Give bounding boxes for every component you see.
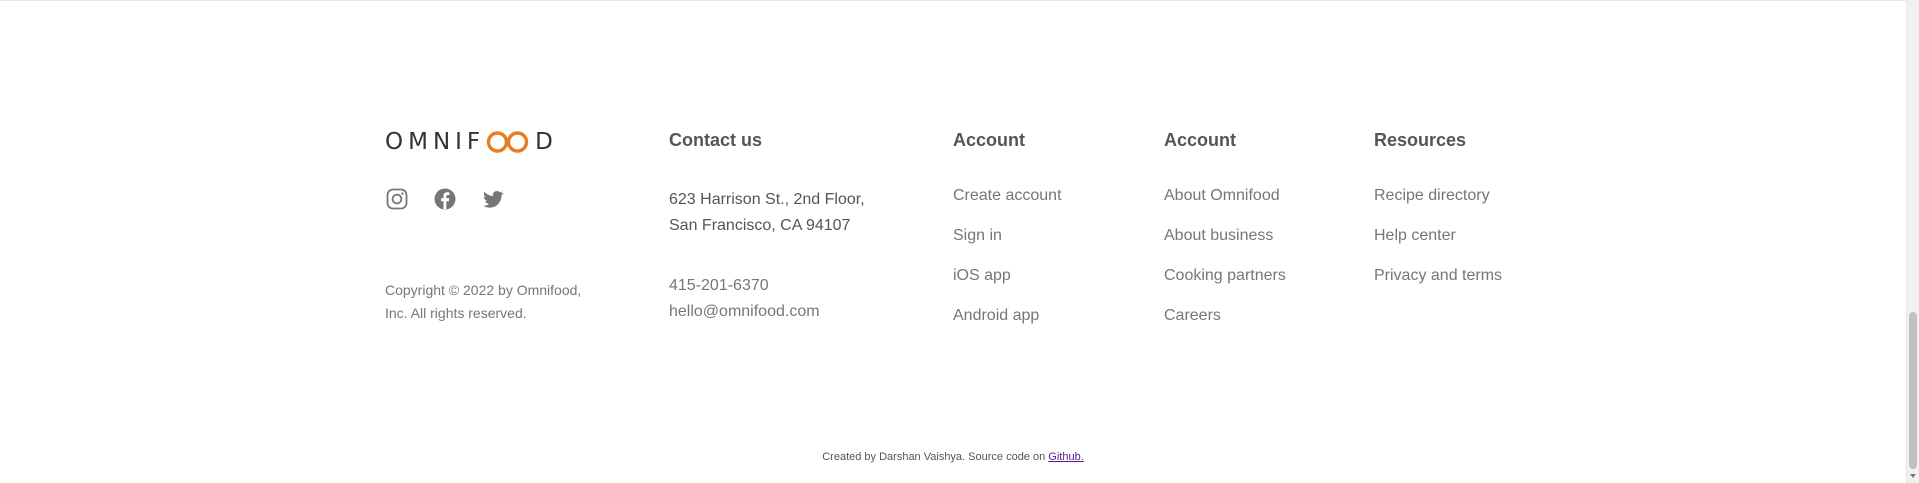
list-item: Recipe directory [1374,185,1502,225]
instagram-icon[interactable] [385,187,409,211]
list-item: Help center [1374,225,1502,265]
scroll-down-arrow-icon[interactable] [1910,474,1916,478]
contact-address: 623 Harrison St., 2nd Floor, San Francis… [669,187,865,239]
list-item: About business [1164,225,1286,265]
help-center-link[interactable]: Help center [1374,225,1456,247]
facebook-icon[interactable] [433,187,457,211]
github-link[interactable]: Github. [1048,451,1083,463]
sign-in-link[interactable]: Sign in [953,225,1002,247]
contact-links: 415-201-6370 hello@omnifood.com [669,273,820,325]
careers-link[interactable]: Careers [1164,305,1221,327]
about-business-link[interactable]: About business [1164,225,1273,247]
copyright-text: Copyright © 2022 by Omnifood, Inc. All r… [385,279,605,325]
recipe-directory-link[interactable]: Recipe directory [1374,185,1490,207]
copyright-line-1: Copyright © 2022 by Omnifood, [385,282,582,298]
list-item: iOS app [953,265,1062,305]
list-item: About Omnifood [1164,185,1286,225]
cooking-partners-link[interactable]: Cooking partners [1164,265,1286,287]
list-item: Android app [953,305,1062,345]
list-item: Cooking partners [1164,265,1286,305]
vertical-scrollbar[interactable] [1906,0,1919,483]
social-links [385,187,505,211]
twitter-icon[interactable] [481,187,505,211]
privacy-terms-link[interactable]: Privacy and terms [1374,265,1502,287]
page: OMNIF D Copyright © 2022 by Omnifood, In… [0,0,1919,483]
account-links: Create account Sign in iOS app Android a… [953,185,1062,345]
credit-line: Created by Darshan Vaishya. Source code … [0,449,1906,465]
list-item: Careers [1164,305,1286,345]
logo-text-start: OMNIF [385,129,486,155]
resources-links: Recipe directory Help center Privacy and… [1374,185,1502,305]
address-line-1: 623 Harrison St., 2nd Floor, [669,191,865,208]
logo-text-end: D [535,129,558,155]
contact-us-heading: Contact us [669,130,763,150]
email-link[interactable]: hello@omnifood.com [669,299,820,325]
resources-heading: Resources [1374,130,1467,150]
omnifood-logo[interactable]: OMNIF D [385,129,558,155]
phone-link[interactable]: 415-201-6370 [669,273,820,299]
copyright-line-2: Inc. All rights reserved. [385,305,527,321]
infinity-oo-icon [485,129,531,155]
list-item: Create account [953,185,1062,225]
company-heading: Account [1164,130,1236,150]
about-omnifood-link[interactable]: About Omnifood [1164,185,1280,207]
address-line-2: San Francisco, CA 94107 [669,217,851,234]
android-app-link[interactable]: Android app [953,305,1039,327]
create-account-link[interactable]: Create account [953,185,1062,207]
scrollbar-thumb[interactable] [1909,312,1917,469]
credit-text: Created by Darshan Vaishya. Source code … [822,451,1049,463]
ios-app-link[interactable]: iOS app [953,265,1011,287]
list-item: Privacy and terms [1374,265,1502,305]
section-divider [0,0,1906,1]
account-heading: Account [953,130,1025,150]
company-links: About Omnifood About business Cooking pa… [1164,185,1286,345]
list-item: Sign in [953,225,1062,265]
